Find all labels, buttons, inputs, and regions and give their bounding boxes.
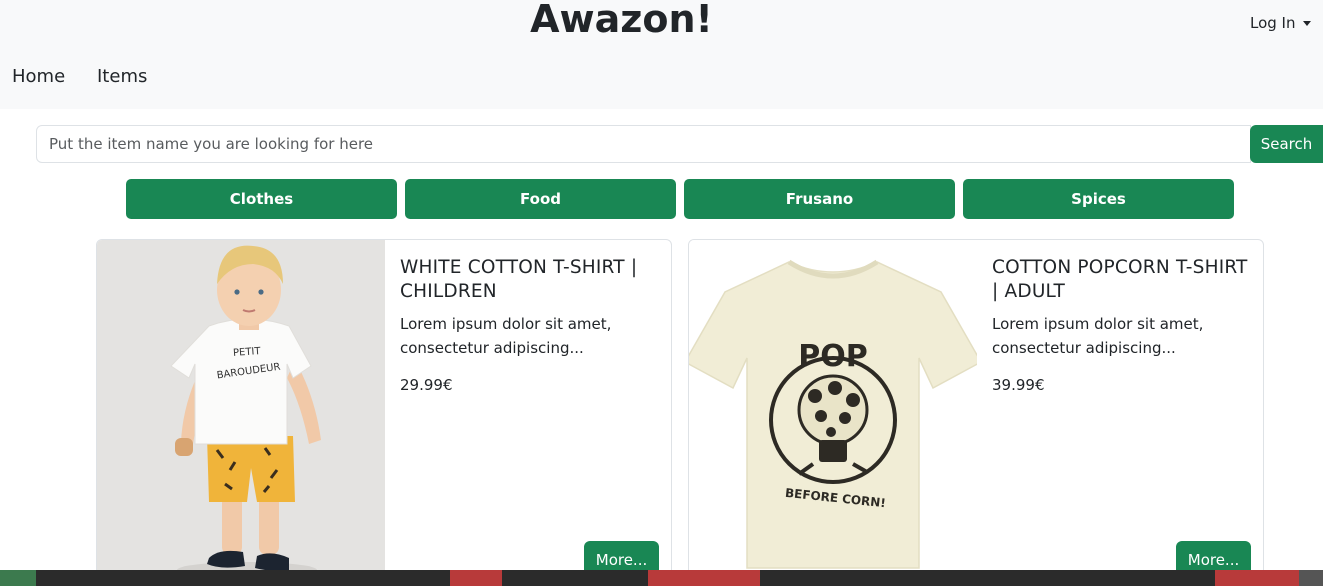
product-image-popcorn-tshirt[interactable]: POP BEFORE CORN! (689, 240, 977, 578)
product-image-child-tshirt[interactable]: PETIT BAROUDEUR (97, 240, 385, 578)
popcorn-graphic-top-text: POP (798, 339, 867, 374)
product-card: POP BEFORE CORN! COTTON POPCORN T-SHIRT … (688, 239, 1264, 579)
login-dropdown[interactable]: Log In (1250, 14, 1311, 32)
status-segment (502, 570, 648, 586)
status-segment (1215, 570, 1299, 586)
status-segment (0, 570, 36, 586)
nav-home-link[interactable]: Home (12, 66, 65, 87)
product-title: WHITE COTTON T-SHIRT | CHILDREN (400, 257, 638, 302)
login-label: Log In (1250, 14, 1296, 32)
product-card: PETIT BAROUDEUR WHITE COTTON T-SHIRT | C… (96, 239, 672, 579)
status-segment (450, 570, 502, 586)
category-button-clothes[interactable]: Clothes (126, 179, 397, 219)
svg-text:PETIT: PETIT (233, 346, 262, 359)
search-input[interactable]: Put the item name you are looking for he… (36, 125, 1251, 163)
brand-title[interactable]: Awazon! (0, 0, 1243, 41)
product-card-body: WHITE COTTON T-SHIRT | CHILDREN Lorem ip… (400, 256, 660, 394)
status-segment (760, 570, 1215, 586)
category-button-spices[interactable]: Spices (963, 179, 1234, 219)
caret-down-icon (1302, 20, 1311, 26)
search-placeholder: Put the item name you are looking for he… (49, 135, 374, 153)
product-description: Lorem ipsum dolor sit amet, consectetur … (992, 315, 1204, 357)
status-segment (1299, 570, 1323, 586)
nav-items-link[interactable]: Items (97, 66, 147, 87)
bottom-status-bar (0, 570, 1323, 586)
status-segment (36, 570, 450, 586)
product-title: COTTON POPCORN T-SHIRT | ADULT (992, 257, 1248, 302)
category-button-frusano[interactable]: Frusano (684, 179, 955, 219)
product-price: 39.99€ (992, 376, 1045, 394)
category-button-food[interactable]: Food (405, 179, 676, 219)
status-segment (648, 570, 760, 586)
product-description: Lorem ipsum dolor sit amet, consectetur … (400, 315, 612, 357)
search-button[interactable]: Search (1250, 125, 1323, 163)
navbar: Awazon! Log In Home Items (0, 0, 1323, 109)
product-card-body: COTTON POPCORN T-SHIRT | ADULT Lorem ips… (992, 256, 1252, 394)
product-price: 29.99€ (400, 376, 453, 394)
